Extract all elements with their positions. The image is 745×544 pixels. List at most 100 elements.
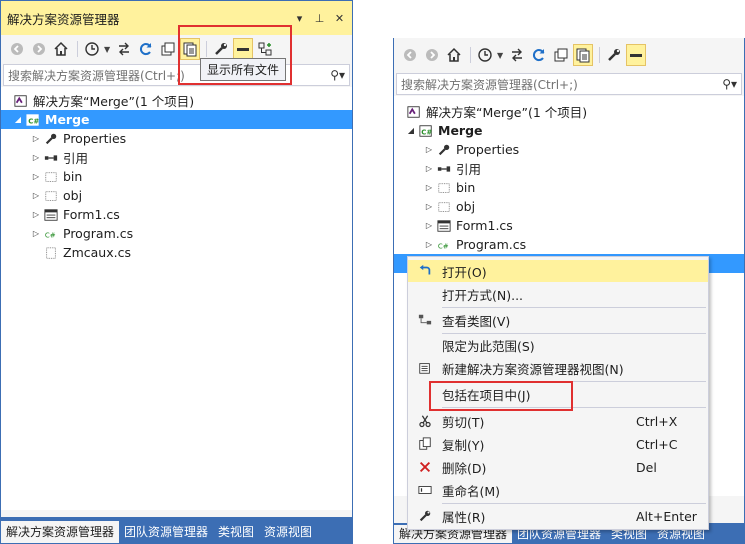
menu-item-scope-to-this[interactable]: 限定为此范围(S)	[408, 334, 708, 356]
collapsed-arrow-icon[interactable]: ▷	[29, 172, 43, 181]
tree-row-project[interactable]: ◢ C# Merge	[394, 121, 744, 140]
solution-tree: 解决方案“Merge”(1 个项目) ◢ C# Merge ▷ Properti…	[1, 87, 352, 510]
expanded-arrow-icon[interactable]: ◢	[404, 126, 418, 135]
tree-item-label: bin	[456, 180, 476, 195]
menu-item-label: 删除(D)	[442, 460, 487, 476]
collapsed-arrow-icon[interactable]: ▷	[422, 145, 436, 154]
chevron-down-icon[interactable]: ▼	[104, 45, 110, 54]
search-input[interactable]: 搜索解决方案资源管理器(Ctrl+;) ⚲▾	[396, 73, 742, 95]
collapsed-arrow-icon[interactable]: ▷	[29, 229, 43, 238]
menu-item-open-with[interactable]: 打开方式(N)...	[408, 283, 708, 305]
tree-row-obj[interactable]: ▷ obj	[394, 197, 744, 216]
tree-row-obj[interactable]: ▷ obj	[1, 186, 352, 205]
tree-row-properties[interactable]: ▷ Properties	[394, 140, 744, 159]
expanded-arrow-icon[interactable]: ◢	[11, 115, 25, 124]
home-button[interactable]	[51, 38, 71, 60]
chevron-down-icon[interactable]: ▼	[497, 51, 503, 60]
tree-row-references[interactable]: ▷ 引用	[394, 159, 744, 178]
tab-resource-view[interactable]: 资源视图	[259, 521, 317, 543]
sync-arrows-icon	[119, 42, 130, 56]
csharp-project-icon: C#	[418, 123, 434, 139]
delete-x-icon	[419, 461, 431, 473]
solution-explorer-toolbar: ▼	[394, 38, 744, 72]
forward-button[interactable]	[29, 38, 49, 60]
svg-text:C#: C#	[421, 128, 432, 136]
menu-item-delete[interactable]: 删除(D) Del	[408, 456, 708, 478]
menu-item-label: 查看类图(V)	[442, 313, 511, 329]
menu-item-label: 新建解决方案资源管理器视图(N)	[442, 361, 624, 377]
collapsed-arrow-icon[interactable]: ▷	[29, 134, 43, 143]
search-icon[interactable]: ⚲▾	[323, 68, 349, 82]
form-icon	[436, 218, 452, 234]
back-button[interactable]	[400, 44, 420, 66]
collapse-all-button[interactable]	[158, 38, 178, 60]
tree-row-zmcaux[interactable]: Zmcaux.cs	[1, 243, 352, 262]
sync-button[interactable]	[114, 38, 134, 60]
properties-button[interactable]	[604, 44, 624, 66]
pending-changes-button[interactable]	[82, 38, 102, 60]
back-button[interactable]	[7, 38, 27, 60]
pending-changes-button[interactable]	[475, 44, 495, 66]
show-all-files-button[interactable]	[573, 44, 594, 66]
tree-row-solution[interactable]: 解决方案“Merge”(1 个项目)	[1, 91, 352, 110]
csharp-project-icon: C#	[25, 112, 41, 128]
tree-row-program[interactable]: ▷ C# Program.cs	[1, 224, 352, 243]
menu-item-cut[interactable]: 剪切(T) Ctrl+X	[408, 410, 708, 432]
refresh-icon	[140, 43, 152, 56]
toolbar-separator	[599, 47, 601, 63]
collapsed-arrow-icon[interactable]: ▷	[422, 202, 436, 211]
highlight-box-include-in-project	[429, 381, 573, 411]
menu-item-view-class-diagram[interactable]: 查看类图(V)	[408, 309, 708, 331]
tree-row-project[interactable]: ◢ C# Merge	[1, 110, 352, 129]
sync-button[interactable]	[507, 44, 527, 66]
menu-item-new-explorer-view[interactable]: 新建解决方案资源管理器视图(N)	[408, 357, 708, 379]
collapsed-arrow-icon[interactable]: ▷	[422, 240, 436, 249]
tree-row-references[interactable]: ▷ 引用	[1, 148, 352, 167]
tree-row-form1[interactable]: ▷ Form1.cs	[394, 216, 744, 235]
tree-item-label: Form1.cs	[456, 218, 513, 233]
tree-row-properties[interactable]: ▷ Properties	[1, 129, 352, 148]
home-icon	[447, 47, 461, 62]
menu-item-copy[interactable]: 复制(Y) Ctrl+C	[408, 433, 708, 455]
collapsed-arrow-icon[interactable]: ▷	[29, 210, 43, 219]
menu-item-label: 打开(O)	[442, 264, 487, 280]
tree-item-label: Program.cs	[456, 237, 527, 252]
search-input[interactable]: 搜索解决方案资源管理器(Ctrl+;) ⚲▾	[3, 64, 350, 86]
solution-explorer-toolbar: ▼	[1, 35, 352, 63]
collapsed-arrow-icon[interactable]: ▷	[422, 183, 436, 192]
tree-row-form1[interactable]: ▷ Form1.cs	[1, 205, 352, 224]
collapsed-arrow-icon[interactable]: ▷	[422, 164, 436, 173]
tab-class-view[interactable]: 类视图	[213, 521, 259, 543]
home-button[interactable]	[444, 44, 464, 66]
menu-item-properties[interactable]: 属性(R) Alt+Enter	[408, 505, 708, 527]
menu-item-rename[interactable]: 重命名(M)	[408, 479, 708, 501]
pin-icon[interactable]: ⊥	[312, 12, 327, 25]
dropdown-icon[interactable]: ▾	[292, 12, 307, 25]
forward-button[interactable]	[422, 44, 442, 66]
search-icon[interactable]: ⚲▾	[715, 77, 741, 91]
tree-item-label: Zmcaux.cs	[63, 245, 131, 260]
refresh-button[interactable]	[529, 44, 549, 66]
rename-icon	[418, 486, 432, 494]
scissors-icon	[419, 415, 431, 428]
collapsed-arrow-icon[interactable]: ▷	[29, 153, 43, 162]
back-icon	[404, 49, 416, 61]
clock-icon	[478, 48, 492, 62]
refresh-button[interactable]	[136, 38, 156, 60]
solution-label: 解决方案“Merge”(1 个项目)	[33, 94, 195, 109]
collapsed-arrow-icon[interactable]: ▷	[422, 221, 436, 230]
collapsed-arrow-icon[interactable]: ▷	[29, 191, 43, 200]
preview-selected-button[interactable]	[626, 44, 647, 66]
tree-row-solution[interactable]: 解决方案“Merge”(1 个项目)	[394, 102, 744, 121]
tree-row-bin[interactable]: ▷ bin	[1, 167, 352, 186]
tree-row-bin[interactable]: ▷ bin	[394, 178, 744, 197]
tree-row-program[interactable]: ▷ C# Program.cs	[394, 235, 744, 254]
close-icon[interactable]: ✕	[332, 12, 347, 25]
menu-item-open[interactable]: 打开(O)	[408, 260, 708, 282]
collapse-icon	[161, 42, 175, 56]
tab-team-explorer[interactable]: 团队资源管理器	[119, 521, 213, 543]
tab-solution-explorer[interactable]: 解决方案资源管理器	[1, 521, 120, 543]
sync-arrows-icon	[512, 48, 523, 62]
collapse-all-button[interactable]	[551, 44, 571, 66]
csharp-file-icon: C#	[436, 237, 452, 253]
